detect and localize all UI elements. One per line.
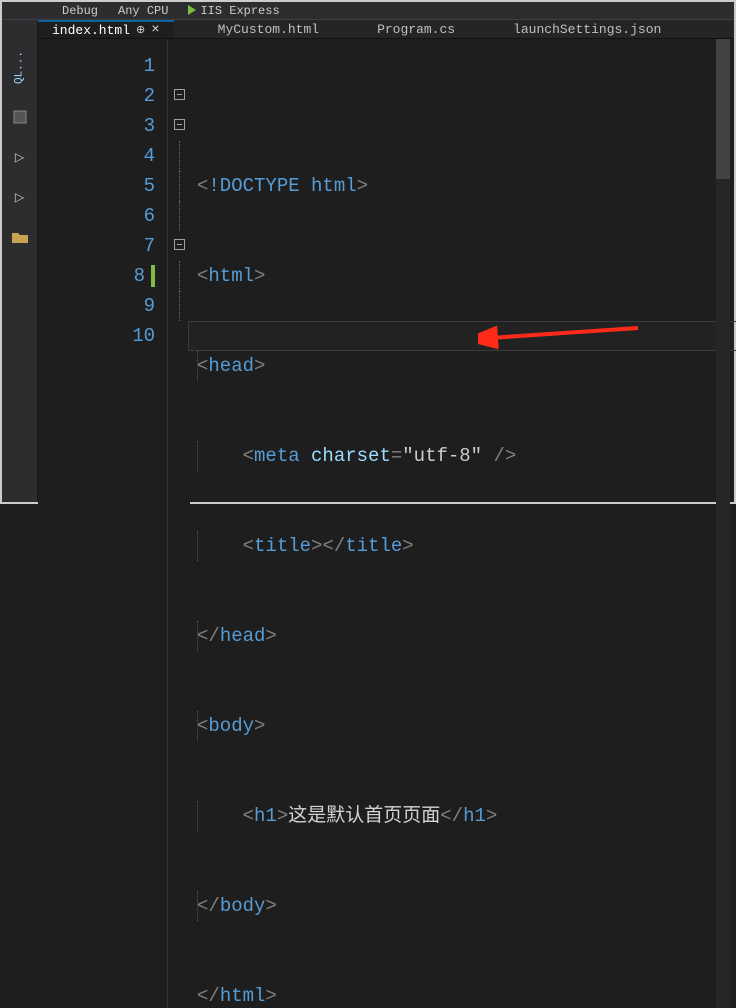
tool-window-icon[interactable]	[11, 110, 29, 124]
line-number: 8	[38, 261, 155, 291]
pin-icon[interactable]: ⊕	[136, 23, 145, 37]
fold-toggle-icon[interactable]	[174, 239, 185, 250]
line-number: 7	[38, 231, 155, 261]
tag-title-close: title	[345, 535, 402, 557]
config-dropdown[interactable]: Debug	[62, 4, 98, 18]
tab-label: index.html	[52, 23, 130, 38]
change-mark	[151, 265, 155, 287]
charset-value: "utf-8"	[402, 445, 482, 467]
tag-body-close: body	[220, 895, 266, 917]
line-number: 1	[38, 51, 155, 81]
line-number-gutter: 12345678910	[38, 39, 168, 1008]
tab-program-cs[interactable]: Program.cs	[363, 20, 469, 38]
tag-h1-open: h1	[254, 805, 277, 827]
line-number: 6	[38, 201, 155, 231]
fold-column[interactable]	[168, 39, 190, 1008]
folder-icon[interactable]	[11, 230, 29, 244]
run-button[interactable]: IIS Express	[188, 4, 279, 18]
fold-toggle-icon[interactable]	[174, 119, 185, 130]
triangle-right-icon[interactable]: ▷	[11, 150, 29, 164]
vertical-scrollbar[interactable]	[716, 39, 730, 1008]
activity-bar: QL... ▷ ▷	[2, 20, 38, 502]
play-icon	[188, 5, 196, 15]
fold-guide-line	[179, 201, 180, 231]
run-label: IIS Express	[200, 4, 279, 18]
fold-guide-line	[179, 171, 180, 201]
doctype-kw: !DOCTYPE	[208, 175, 299, 197]
top-toolbar: Debug Any CPU IIS Express	[2, 2, 734, 20]
panel-label[interactable]: QL...	[14, 54, 26, 84]
line-number: 2	[38, 81, 155, 111]
fold-guide-line	[179, 141, 180, 171]
line-number: 4	[38, 141, 155, 171]
tag-html-open: html	[208, 265, 254, 287]
triangle-right-icon[interactable]: ▷	[11, 190, 29, 204]
tab-mycustom-html[interactable]: MyCustom.html	[204, 20, 333, 38]
code-editor[interactable]: <!DOCTYPE html> <html> <head> <meta char…	[190, 39, 734, 1008]
current-line-highlight	[188, 321, 736, 351]
fold-toggle-icon[interactable]	[174, 89, 185, 100]
tag-meta: meta	[254, 445, 300, 467]
tab-label: MyCustom.html	[218, 22, 319, 37]
scrollbar-thumb[interactable]	[716, 39, 730, 179]
html-kw: html	[311, 175, 357, 197]
attr-charset: charset	[311, 445, 391, 467]
tab-launchsettings-json[interactable]: launchSettings.json	[499, 20, 675, 38]
tag-h1-close: h1	[463, 805, 486, 827]
tab-label: launchSettings.json	[513, 22, 661, 37]
tag-title-open: title	[254, 535, 311, 557]
line-number: 3	[38, 111, 155, 141]
tab-index-html[interactable]: index.html ⊕ ×	[38, 20, 174, 38]
tab-label: Program.cs	[377, 22, 455, 37]
tab-bar: index.html ⊕ × MyCustom.html Program.cs …	[38, 20, 734, 39]
fold-guide-line	[179, 291, 180, 321]
h1-text: 这是默认首页页面	[288, 805, 440, 827]
tag-head-open: head	[208, 355, 254, 377]
close-icon[interactable]: ×	[151, 22, 159, 38]
line-number: 5	[38, 171, 155, 201]
fold-guide-line	[179, 261, 180, 291]
tag-head-close: head	[220, 625, 266, 647]
line-number: 9	[38, 291, 155, 321]
line-number: 10	[38, 321, 155, 351]
tag-html-close: html	[220, 985, 266, 1007]
tag-body-open: body	[208, 715, 254, 737]
platform-dropdown[interactable]: Any CPU	[118, 4, 168, 18]
